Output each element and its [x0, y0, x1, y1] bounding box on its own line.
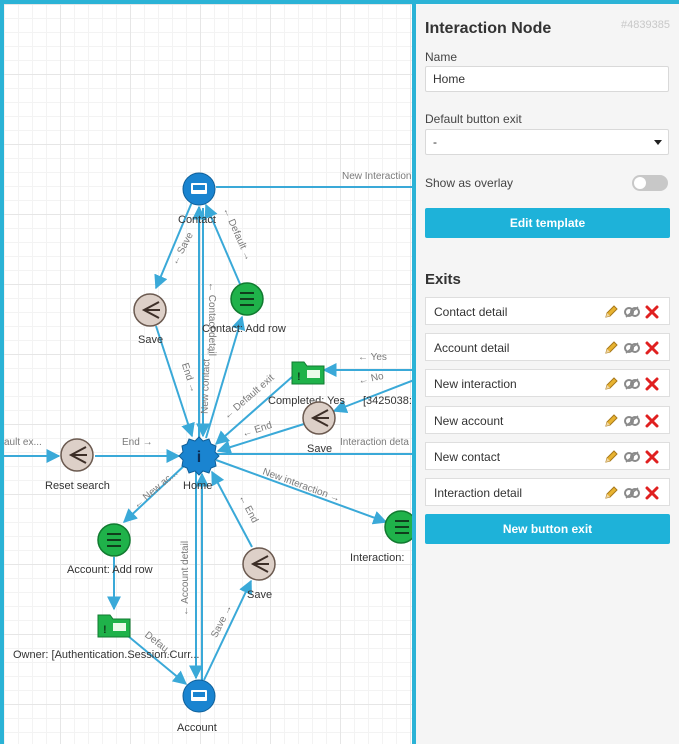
- node-label-contact-add-row: Contact: Add row: [202, 323, 286, 335]
- edge-label-end-save3: ← End: [236, 493, 260, 525]
- edge-label-contact-detail: ← Contact detail: [206, 282, 217, 356]
- node-label-save-2: Save: [307, 443, 332, 455]
- edit-pencil-icon[interactable]: [603, 449, 619, 465]
- overlay-toggle[interactable]: [632, 175, 668, 191]
- node-label-completed: Completed: Yes: [268, 395, 346, 407]
- node-label-home: Home: [183, 480, 212, 492]
- delete-icon[interactable]: [645, 377, 659, 391]
- exit-label: New contact: [434, 449, 501, 464]
- edge-label-yes: ← Yes: [358, 352, 387, 363]
- overlay-label: Show as overlay: [425, 176, 514, 190]
- exit-label: New interaction: [434, 377, 517, 392]
- edge-label-account-detail: ← Account detail: [180, 541, 191, 616]
- node-home[interactable]: i Home: [178, 436, 220, 492]
- toggle-knob: [634, 177, 646, 189]
- panel-title: Interaction Node: [425, 20, 552, 37]
- edge-label-default-top: ← Default →: [220, 206, 253, 263]
- node-save-1[interactable]: Save: [133, 293, 167, 346]
- node-contact[interactable]: Contact: [178, 172, 216, 226]
- exits-title: Exits: [425, 271, 461, 288]
- flow-canvas[interactable]: New Interaction ← Save ← Default → ← Con…: [4, 4, 414, 744]
- exit-row[interactable]: Contact detail: [425, 297, 670, 325]
- delete-icon[interactable]: [645, 305, 659, 319]
- node-label-save-1: Save: [138, 334, 163, 346]
- default-exit-value: -: [433, 135, 437, 149]
- edit-pencil-icon[interactable]: [603, 304, 619, 320]
- name-label: Name: [425, 50, 458, 64]
- name-value: Home: [433, 72, 466, 86]
- caret-down-icon: [654, 140, 662, 145]
- edit-pencil-icon[interactable]: [603, 340, 619, 356]
- link-icon[interactable]: [623, 413, 641, 429]
- link-icon[interactable]: [623, 304, 641, 320]
- node-label-reset-search: Reset search: [45, 480, 110, 492]
- node-label-account: Account: [177, 722, 217, 734]
- exit-label: Contact detail: [434, 305, 508, 319]
- node-completed[interactable]: ! Completed: Yes [3425038:: [268, 361, 412, 407]
- exit-label: Account detail: [434, 341, 510, 356]
- delete-icon[interactable]: [645, 341, 659, 355]
- edge-label-interaction-detail: Interaction deta: [340, 437, 409, 448]
- edit-pencil-icon[interactable]: [603, 376, 619, 392]
- default-exit-label: Default button exit: [425, 112, 522, 126]
- node-label-save-3: Save: [247, 589, 272, 601]
- link-icon[interactable]: [623, 449, 641, 465]
- exit-label: Interaction detail: [434, 486, 523, 500]
- node-id: #4839385: [621, 19, 670, 31]
- flow-diagram: New Interaction ← Save ← Default → ← Con…: [4, 171, 414, 734]
- edge-label-end-reset: End →: [122, 437, 153, 448]
- app-window: New Interaction ← Save ← Default → ← Con…: [0, 0, 679, 744]
- delete-icon[interactable]: [645, 414, 659, 428]
- edge-label-new-interaction-top: New Interaction: [342, 171, 411, 182]
- edge-label-new-account: ← New ac...: [131, 468, 180, 511]
- edge-label-new-contact: New contact →: [200, 346, 213, 414]
- default-exit-select[interactable]: -: [425, 129, 669, 155]
- exit-row[interactable]: New contact: [425, 441, 670, 470]
- delete-icon[interactable]: [645, 486, 659, 500]
- exit-actions: [603, 304, 661, 320]
- edge-label-default-exit-left: ault ex...: [4, 437, 42, 448]
- node-save-3[interactable]: Save: [242, 547, 276, 601]
- node-label-id-partial: [3425038:: [363, 395, 412, 407]
- node-owner[interactable]: ! Owner: [Authentication.Session.Curr...: [13, 614, 199, 661]
- info-icon: i: [197, 449, 201, 466]
- exit-row[interactable]: Interaction detail: [425, 478, 670, 506]
- name-input[interactable]: Home: [425, 66, 669, 92]
- edit-template-button[interactable]: Edit template: [425, 208, 670, 238]
- exit-row[interactable]: Account detail: [425, 333, 670, 362]
- edge-label-end-save2: ← End: [241, 420, 273, 440]
- node-account-add-row[interactable]: Account: Add row: [67, 523, 153, 576]
- link-icon[interactable]: [623, 340, 641, 356]
- edge-label-end-save1: End →: [179, 362, 199, 394]
- edit-pencil-icon[interactable]: [603, 485, 619, 501]
- node-account[interactable]: Account: [177, 679, 217, 734]
- alert-icon: !: [103, 624, 107, 636]
- node-label-interaction: Interaction:: [350, 552, 404, 564]
- exit-label: New account: [434, 413, 504, 428]
- exit-actions: [603, 449, 661, 465]
- edit-pencil-icon[interactable]: [603, 413, 619, 429]
- properties-panel: Interaction Node #4839385 Name Home Defa…: [416, 4, 679, 744]
- delete-icon[interactable]: [645, 450, 659, 464]
- node-label-owner: Owner: [Authentication.Session.Curr...: [13, 649, 199, 661]
- exit-row[interactable]: New account: [425, 405, 670, 434]
- node-label-account-add-row: Account: Add row: [67, 564, 153, 576]
- exit-row[interactable]: New interaction: [425, 369, 670, 398]
- node-label-contact: Contact: [178, 214, 216, 226]
- link-icon[interactable]: [623, 485, 641, 501]
- new-button-exit-button[interactable]: New button exit: [425, 514, 670, 544]
- exit-actions: [603, 376, 661, 392]
- exit-actions: [603, 485, 661, 501]
- exit-actions: [603, 413, 661, 429]
- edge-label-new-interaction: New interaction →: [261, 466, 342, 504]
- node-reset-search[interactable]: Reset search: [45, 438, 110, 492]
- edge-label-no: ← No: [357, 371, 385, 387]
- alert-icon: !: [297, 371, 301, 383]
- link-icon[interactable]: [623, 376, 641, 392]
- node-save-2[interactable]: Save: [302, 401, 336, 455]
- exit-actions: [603, 340, 661, 356]
- node-interaction[interactable]: Interaction:: [350, 510, 414, 564]
